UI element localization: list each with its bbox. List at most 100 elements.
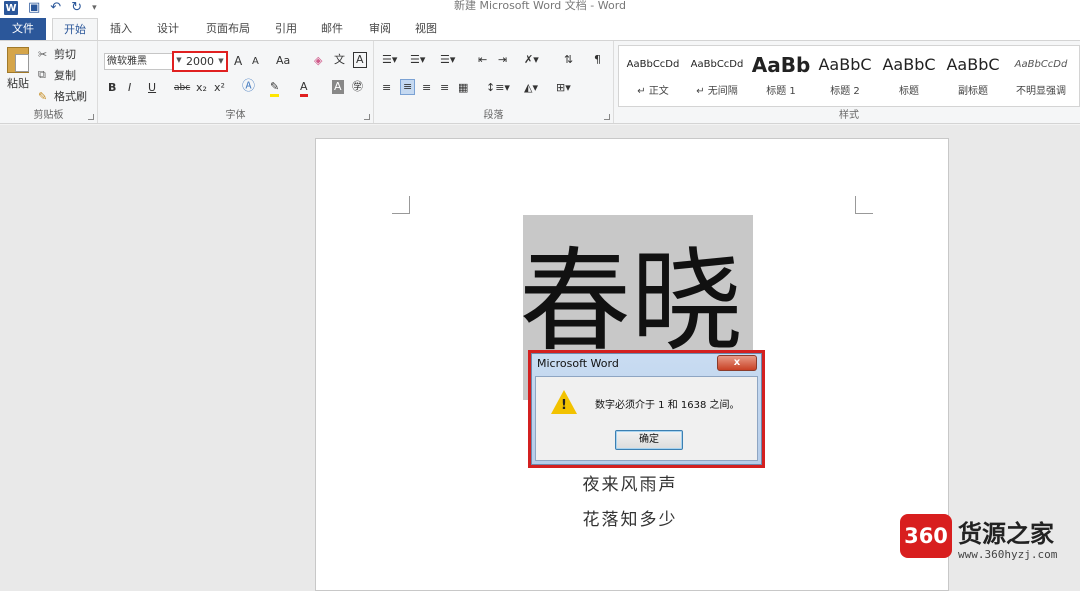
font-size-box[interactable]: ▼ 2000 ▼ [172,51,228,72]
tab-mailings[interactable]: 邮件 [314,18,350,40]
paste-icon [7,47,29,73]
chevron-down-icon[interactable]: ▼ [216,53,226,70]
phonetic-guide-icon[interactable]: 文 [334,53,345,67]
style-name: 副标题 [958,86,988,97]
superscript-button[interactable]: x² [214,81,225,95]
shrink-font-icon[interactable]: A [252,55,259,69]
window-title: 新建 Microsoft Word 文档 - Word [453,0,627,12]
tab-home[interactable]: 开始 [52,18,98,40]
paragraph-group: ☰▾ ☰▾ ☰▾ ⇤ ⇥ ✗▾ ⇅ ¶ ≡ ≡ ≡ ≡ ▦ ↕≡▾ ◭▾ ⊞▾ … [374,41,614,123]
subscript-button[interactable]: x₂ [196,81,207,95]
align-center-icon[interactable]: ≡ [400,79,416,95]
style-name: ↵ 正文 [637,86,669,97]
ok-button[interactable]: 确定 [615,430,683,450]
highlight-color-icon[interactable]: ✎ [270,80,280,97]
heading-text: 春晓 [523,237,743,367]
paragraph-dialog-launcher[interactable] [604,114,610,120]
ribbon: 粘贴 ✂ 剪切 ⧉ 复制 ✎ 格式刷 剪贴板 微软雅黑 ▼ ▼ 2000 ▼ A… [0,40,1080,124]
distributed-icon[interactable]: ▦ [458,81,468,95]
poem-line[interactable]: 夜来风雨声 [545,470,715,495]
cut-label: 剪切 [54,48,76,61]
dialog-title: Microsoft Word [537,357,619,370]
margin-corner-mark [392,196,410,214]
tab-view[interactable]: 视图 [408,18,444,40]
line-spacing-icon[interactable]: ↕≡▾ [486,81,510,95]
tab-design[interactable]: 设计 [150,18,186,40]
enclose-characters-icon[interactable]: ㊫ [352,80,363,94]
tab-review[interactable]: 审阅 [362,18,398,40]
borders-icon[interactable]: ⊞▾ [556,81,571,95]
tab-file[interactable]: 文件 [0,18,46,40]
paintbrush-icon: ✎ [38,89,48,103]
sort-icon[interactable]: ⇅ [564,53,573,67]
numbering-icon[interactable]: ☰▾ [410,53,425,67]
paste-button[interactable]: 粘贴 [4,47,32,91]
close-button[interactable]: x [717,355,757,371]
text-effects-icon[interactable]: Ⓐ [242,80,255,94]
align-left-icon[interactable]: ≡ [382,81,391,95]
style-name: ↵ 无间隔 [696,86,738,97]
copy-icon: ⧉ [38,68,46,81]
watermark-logo: 360 [900,514,952,558]
clipboard-group-label: 剪贴板 [33,110,64,121]
chinese-layout-icon[interactable]: ✗▾ [524,53,539,67]
cut-button[interactable]: ✂ 剪切 [38,46,76,62]
italic-button[interactable]: I [128,81,131,95]
style-name: 标题 2 [830,86,860,97]
font-dialog-launcher[interactable] [364,114,370,120]
style-name: 标题 1 [766,86,796,97]
multilevel-list-icon[interactable]: ☰▾ [440,53,455,67]
strikethrough-button[interactable]: abc [174,81,190,95]
style-heading-1[interactable]: AaBb 标题 1 [749,48,813,102]
watermark: 360 货源之家 www.360hyzj.com [896,506,1076,568]
ribbon-tabs: 文件 开始 插入 设计 页面布局 引用 邮件 审阅 视图 [0,18,1080,40]
watermark-name: 货源之家 [958,520,1054,548]
font-size-value: 2000 [186,55,214,68]
shading-icon[interactable]: ◭▾ [524,81,538,95]
font-group: 微软雅黑 ▼ ▼ 2000 ▼ A A Aa ◈ 文 A B I U abc x… [98,41,374,123]
style-no-spacing[interactable]: AaBbCcDd ↵ 无间隔 [685,48,749,102]
title-bar: W ▣ ↶ ↻ ▾ 新建 Microsoft Word 文档 - Word [0,0,1080,18]
font-color-icon[interactable]: A [300,80,308,97]
character-shading-icon[interactable]: A [332,80,344,94]
style-title[interactable]: AaBbC 标题 [877,48,941,102]
copy-button[interactable]: ⧉ 复制 [38,67,76,83]
watermark-url: www.360hyzj.com [958,548,1058,561]
style-sample: AaBbCcDd [626,59,680,70]
style-sample: AaBbC [882,55,936,74]
grow-font-icon[interactable]: A [234,54,242,68]
dialog-message: 数字必须介于 1 和 1638 之间。 [595,400,740,411]
margin-corner-mark [855,196,873,214]
decrease-indent-icon[interactable]: ⇤ [478,53,487,67]
character-border-icon[interactable]: A [353,52,367,68]
justify-icon[interactable]: ≡ [440,81,449,95]
align-right-icon[interactable]: ≡ [422,81,431,95]
styles-gallery: AaBbCcDd ↵ 正文 AaBbCcDd ↵ 无间隔 AaBb 标题 1 A… [618,45,1080,107]
tab-references[interactable]: 引用 [268,18,304,40]
font-group-label: 字体 [225,110,246,121]
style-subtle-emphasis[interactable]: AaBbCcDd 不明显强调 [1005,48,1077,102]
scissors-icon: ✂ [38,47,48,61]
styles-group-label: 样式 [839,110,859,121]
bold-button[interactable]: B [108,81,116,95]
chevron-down-icon[interactable]: ▼ [174,53,184,68]
increase-indent-icon[interactable]: ⇥ [498,53,507,67]
tab-insert[interactable]: 插入 [104,18,138,40]
clear-formatting-icon[interactable]: ◈ [314,54,322,68]
style-subtitle[interactable]: AaBbC 副标题 [941,48,1005,102]
show-marks-icon[interactable]: ¶ [594,53,601,67]
style-sample: AaBbC [818,55,872,74]
underline-button[interactable]: U [148,81,156,95]
bullets-icon[interactable]: ☰▾ [382,53,397,67]
clipboard-dialog-launcher[interactable] [88,114,94,120]
poem-line[interactable]: 花落知多少 [545,505,715,530]
error-dialog: Microsoft Word x ! 数字必须介于 1 和 1638 之间。 确… [531,353,762,465]
style-normal[interactable]: AaBbCcDd ↵ 正文 [621,48,685,102]
font-name-box[interactable]: 微软雅黑 ▼ [104,53,182,70]
warning-exclamation: ! [561,398,567,413]
format-painter-label: 格式刷 [54,90,87,103]
format-painter-button[interactable]: ✎ 格式刷 [38,88,87,104]
style-heading-2[interactable]: AaBbC 标题 2 [813,48,877,102]
tab-page-layout[interactable]: 页面布局 [198,18,258,40]
change-case-button[interactable]: Aa [276,54,290,68]
